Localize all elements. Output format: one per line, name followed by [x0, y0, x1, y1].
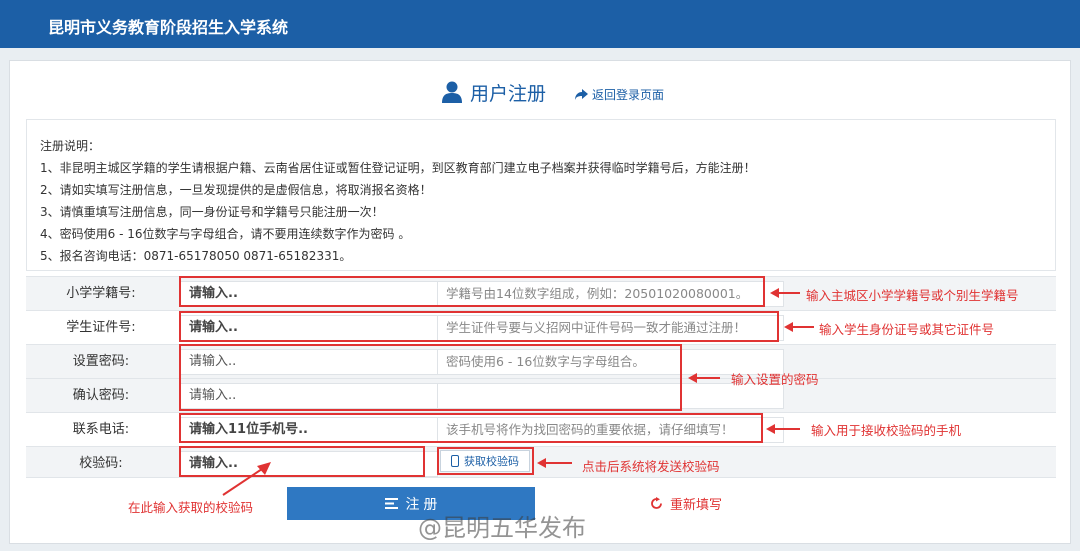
- reset-button[interactable]: 重新填写: [650, 494, 722, 513]
- notice-line: 2、请如实填写注册信息，一旦发现提供的是虚假信息，将取消报名资格！: [40, 183, 432, 197]
- notice-line: 注册说明：: [40, 139, 101, 153]
- list-icon: [384, 498, 398, 509]
- refresh-icon: [651, 497, 662, 509]
- watermark: @昆明五华发布: [418, 514, 586, 542]
- student-id-label: 小学学籍号:: [66, 286, 136, 301]
- password-label: 设置密码:: [72, 354, 130, 369]
- share-arrow-icon: [575, 89, 588, 100]
- back-link-label: 返回登录页面: [592, 88, 665, 102]
- annotation-box-student-id: [179, 276, 765, 307]
- reset-button-label: 重新填写: [670, 498, 723, 513]
- annotation-box-cert-no: [179, 311, 779, 342]
- annotation-password: 输入设置的密码: [731, 372, 819, 387]
- page-heading: 用户注册: [442, 78, 546, 106]
- annotation-box-phone: [179, 413, 763, 443]
- verify-code-label: 校验码:: [79, 456, 123, 471]
- notice-line: 4、密码使用6 - 16位数字与字母组合，请不要用连续数字作为密码 。: [40, 227, 411, 241]
- page-title: 用户注册: [470, 82, 547, 105]
- confirm-password-label: 确认密码:: [72, 388, 130, 403]
- annotation-arrow: [784, 322, 814, 332]
- annotation-cert-no: 输入学生身份证号或其它证件号: [819, 322, 995, 337]
- top-bar: 昆明市义务教育阶段招生入学系统: [0, 0, 1080, 48]
- phone-label: 联系电话:: [72, 422, 130, 437]
- annotation-arrow: [770, 288, 800, 298]
- app-title: 昆明市义务教育阶段招生入学系统: [48, 18, 289, 37]
- annotation-arrow: [537, 458, 572, 468]
- notice-line: 3、请慎重填写注册信息，同一身份证号和学籍号只能注册一次！: [40, 205, 384, 219]
- annotation-student-id: 输入主城区小学学籍号或个别生学籍号: [806, 288, 1019, 303]
- annotation-arrow: [766, 424, 800, 434]
- cert-no-label: 学生证件号:: [66, 320, 136, 335]
- notice-line: 1、非昆明主城区学籍的学生请根据户籍、云南省居住证或暂住登记证明，到区教育部门建…: [40, 161, 756, 175]
- annotation-box-code-button: [437, 447, 534, 475]
- user-icon: [442, 81, 462, 103]
- annotation-phone: 输入用于接收校验码的手机: [811, 423, 962, 438]
- back-to-login-link[interactable]: 返回登录页面: [575, 86, 664, 103]
- annotation-code-input: 在此输入获取的校验码: [128, 500, 254, 515]
- annotation-arrow: [688, 373, 720, 383]
- annotation-code-button: 点击后系统将发送校验码: [582, 459, 720, 474]
- registration-notice: 注册说明： 1、非昆明主城区学籍的学生请根据户籍、云南省居住证或暂住登记证明，到…: [26, 119, 1056, 271]
- annotation-box-password: [179, 344, 682, 411]
- annotation-diagonal-arrow: [222, 462, 271, 496]
- notice-line: 5、报名咨询电话：0871-65178050 0871-65182331。: [40, 249, 352, 263]
